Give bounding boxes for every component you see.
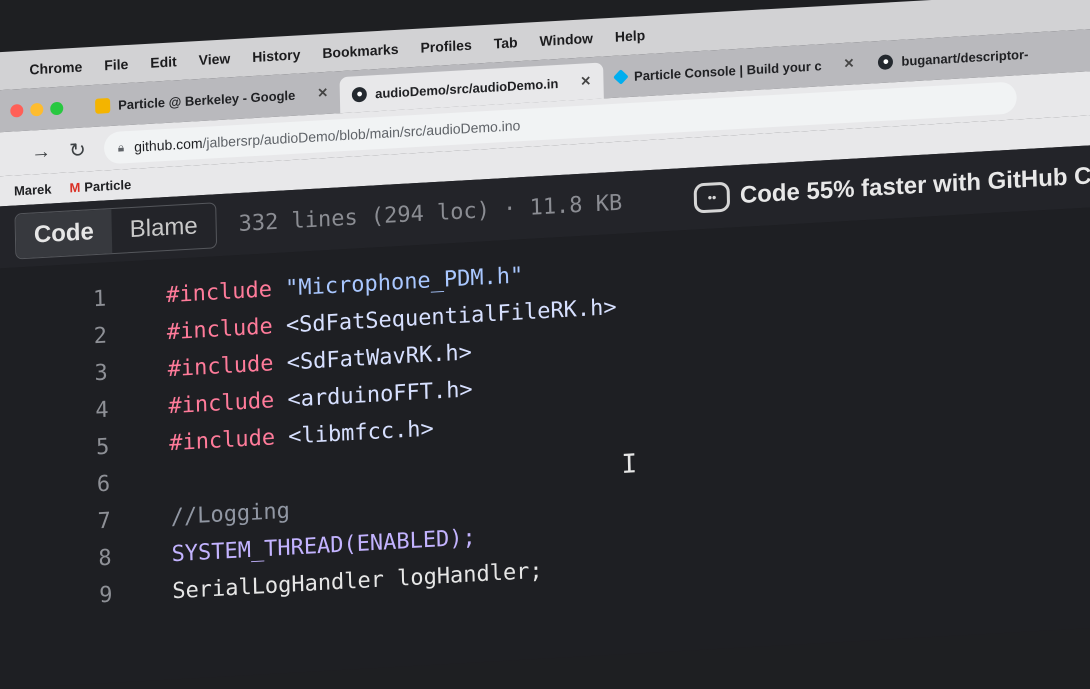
screen-content: Chrome File Edit View History Bookmarks … [0,0,1090,689]
copilot-promo[interactable]: •• Code 55% faster with GitHub C [693,161,1090,214]
window-controls [10,101,64,118]
file-info: 332 lines (294 loc) · 11.8 KB [238,190,623,237]
gmail-icon: M [69,179,81,195]
lock-icon: 🔒︎ [117,139,125,155]
reload-icon[interactable]: ↻ [69,137,86,163]
line-number[interactable]: 9 [0,579,173,614]
close-window-button[interactable] [10,103,24,118]
close-icon[interactable]: ✕ [843,55,854,72]
line-number[interactable]: 2 [0,320,167,355]
menu-window[interactable]: Window [539,30,593,49]
zoom-window-button[interactable] [50,101,64,115]
url-host: github.com [134,134,203,155]
menu-bookmarks[interactable]: Bookmarks [322,41,398,61]
line-number[interactable]: 5 [0,431,169,466]
particle-icon [612,68,629,85]
minimize-window-button[interactable] [30,102,44,116]
tab-title: Particle Console | Build your c [633,57,822,84]
copilot-text: Code 55% faster with GitHub C [739,162,1090,210]
directive: #include [168,387,275,419]
code-tab[interactable]: Code [15,209,113,259]
menu-chrome[interactable]: Chrome [29,59,82,78]
tab-title: Particle @ Berkeley - Google [117,87,296,113]
menu-history[interactable]: History [252,46,300,65]
forward-arrow-icon[interactable]: → [31,140,51,164]
menu-file[interactable]: File [104,56,128,73]
line-number[interactable]: 7 [0,505,171,540]
tab-title: audioDemo/src/audioDemo.in [374,75,559,101]
include-path: <arduinoFFT.h> [287,376,473,413]
blame-tab[interactable]: Blame [111,203,216,253]
line-number[interactable]: 1 [0,283,166,318]
sheets-icon [95,97,111,114]
tab-buganart[interactable]: ● buganart/descriptor- [866,38,1040,78]
view-toggle: Code Blame [14,202,218,260]
comment: //Logging [170,498,291,530]
url-path: /jalbersrp/audioDemo/blob/main/src/audio… [202,117,521,151]
code-view: 1 #include "Microphone_PDM.h" 2 #include <… [0,202,1090,689]
directive: #include [165,276,273,308]
include-path: <libmfcc.h> [287,415,434,450]
menu-help[interactable]: Help [615,27,646,45]
directive: #include [168,424,276,456]
line-number[interactable]: 3 [0,357,168,392]
close-icon[interactable]: ✕ [317,85,328,102]
bookmark-marek[interactable]: Marek [14,181,52,198]
include-path: <SdFatWavRK.h> [286,339,473,376]
menu-edit[interactable]: Edit [150,53,177,70]
line-number[interactable]: 4 [0,394,169,429]
directive: #include [166,313,273,345]
text-cursor-icon: I [621,449,638,481]
menu-profiles[interactable]: Profiles [420,37,472,56]
close-icon[interactable]: ✕ [580,73,591,90]
tab-title: buganart/descriptor- [901,46,1029,69]
directive: #include [167,350,274,382]
github-icon: ● [352,86,368,102]
copilot-icon: •• [693,181,731,214]
menu-view[interactable]: View [198,50,230,68]
github-icon: ● [878,53,894,70]
bookmark-particle[interactable]: M Particle [69,176,131,194]
line-number[interactable]: 8 [0,542,172,577]
line-number[interactable]: 6 [0,468,170,503]
menu-tab[interactable]: Tab [494,34,518,51]
